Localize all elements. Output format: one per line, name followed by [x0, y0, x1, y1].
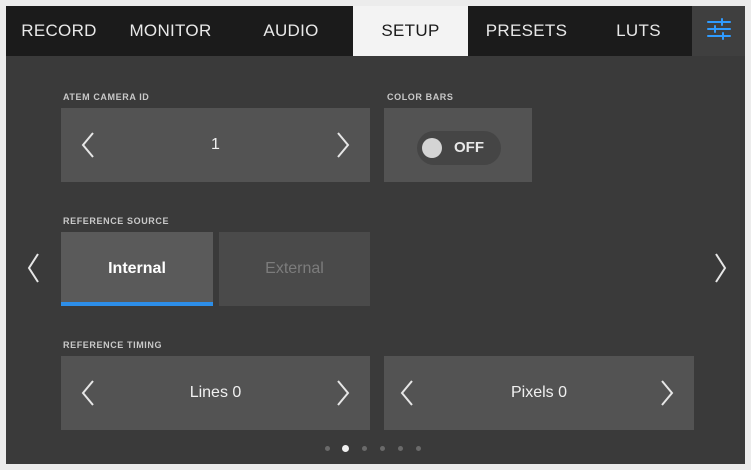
page-dot[interactable]	[325, 446, 330, 451]
atem-camera-id-value: 1	[211, 136, 220, 153]
reference-source-external[interactable]: External	[219, 232, 370, 306]
color-bars-label: COLOR BARS	[387, 92, 454, 102]
reference-timing-label: REFERENCE TIMING	[63, 340, 163, 350]
atem-camera-id-stepper: 1	[61, 108, 370, 182]
page-dot-active[interactable]	[342, 445, 349, 452]
page-dot[interactable]	[380, 446, 385, 451]
lines-increase-arrow[interactable]	[334, 378, 352, 408]
setup-panel: ATEM CAMERA ID 1 COLOR BARS OFF REFERENC…	[6, 56, 745, 464]
lines-value: Lines 0	[189, 384, 242, 401]
atem-camera-id-label: ATEM CAMERA ID	[63, 92, 150, 102]
tab-bar: RECORD MONITOR AUDIO SETUP PRESETS LUTS	[6, 6, 745, 56]
camera-setup-screen: RECORD MONITOR AUDIO SETUP PRESETS LUTS	[6, 6, 745, 464]
tab-record[interactable]: RECORD	[6, 6, 112, 56]
reference-timing-pixels-stepper: Pixels 0	[384, 356, 694, 430]
page-dot[interactable]	[362, 446, 367, 451]
page-dot[interactable]	[398, 446, 403, 451]
toggle-knob	[422, 138, 442, 158]
page-indicator	[6, 444, 745, 454]
pixels-value: Pixels 0	[510, 384, 568, 401]
page-dot[interactable]	[416, 446, 421, 451]
external-option-label: External	[265, 260, 324, 277]
reference-source-label: REFERENCE SOURCE	[63, 216, 170, 226]
tab-presets[interactable]: PRESETS	[468, 6, 585, 56]
color-bars-state: OFF	[454, 139, 484, 156]
tab-audio[interactable]: AUDIO	[229, 6, 353, 56]
color-bars-tile: OFF	[384, 108, 532, 182]
color-bars-toggle[interactable]: OFF	[417, 131, 501, 165]
previous-page-arrow[interactable]	[24, 250, 44, 286]
tab-monitor[interactable]: MONITOR	[112, 6, 229, 56]
selected-indicator	[61, 302, 213, 306]
sliders-icon	[706, 17, 732, 46]
tab-setup[interactable]: SETUP	[353, 6, 468, 56]
pixels-increase-arrow[interactable]	[658, 378, 676, 408]
reference-timing-lines-stepper: Lines 0	[61, 356, 370, 430]
atem-id-increase-arrow[interactable]	[334, 130, 352, 160]
next-page-arrow[interactable]	[710, 250, 730, 286]
reference-source-internal[interactable]: Internal	[61, 232, 213, 306]
settings-tab-button[interactable]	[692, 6, 745, 56]
tab-luts[interactable]: LUTS	[585, 6, 692, 56]
internal-option-label: Internal	[108, 260, 166, 277]
